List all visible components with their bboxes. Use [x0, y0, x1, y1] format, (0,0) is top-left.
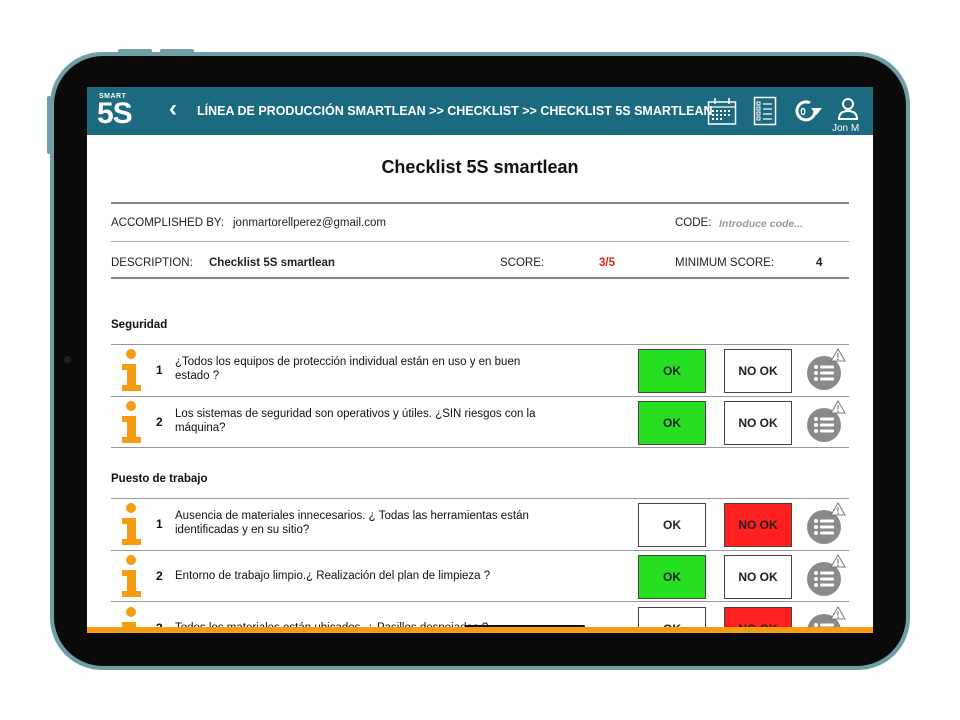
no-ok-button[interactable]: NO OK	[724, 401, 792, 445]
score-value: 3/5	[599, 257, 615, 269]
minimum-score-label: MINIMUM SCORE:	[675, 257, 775, 269]
no-ok-button[interactable]: NO OK	[724, 503, 792, 547]
user-name[interactable]: Jon M	[832, 123, 859, 134]
question-text: Entorno de trabajo limpio.¿ Realización …	[175, 570, 491, 582]
svg-text:0: 0	[800, 107, 806, 118]
ok-button[interactable]: OK	[638, 401, 706, 445]
row-divider	[111, 601, 849, 602]
action-list-warning-icon[interactable]	[806, 399, 846, 443]
divider	[111, 241, 849, 242]
action-list-warning-icon[interactable]	[806, 501, 846, 545]
ok-button[interactable]: OK	[638, 555, 706, 599]
question-number: 2	[156, 415, 163, 429]
ok-button[interactable]: OK	[638, 349, 706, 393]
description-value: Checklist 5S smartlean	[209, 257, 335, 269]
checklist-row: 2 Entorno de trabajo limpio.¿ Realizació…	[111, 551, 849, 603]
question-number: 2	[156, 569, 163, 583]
checklist-row: 1 ¿Todos los equipos de protección indiv…	[111, 345, 849, 397]
breadcrumb[interactable]: LÍNEA DE PRODUCCIÓN SMARTLEAN >> CHECKLI…	[197, 104, 713, 118]
no-ok-button[interactable]: NO OK	[724, 555, 792, 599]
page-title: Checklist 5S smartlean	[381, 157, 579, 177]
action-list-warning-icon[interactable]	[806, 553, 846, 597]
score-label: SCORE:	[500, 257, 545, 269]
no-ok-button[interactable]: NO OK	[724, 349, 792, 393]
app-logo: 5S	[97, 97, 133, 130]
section-title-puesto-de-trabajo: Puesto de trabajo	[111, 473, 208, 485]
checklist-row: 1 Ausencia de materiales innecesarios. ¿…	[111, 499, 849, 551]
section-title-seguridad: Seguridad	[111, 319, 168, 331]
calendar-icon[interactable]	[707, 96, 737, 126]
divider	[111, 202, 849, 204]
user-icon[interactable]	[837, 97, 859, 121]
ok-button[interactable]: OK	[638, 503, 706, 547]
question-text: ¿Todos los equipos de protección individ…	[175, 356, 521, 382]
row-divider	[111, 447, 849, 448]
description-label: DESCRIPTION:	[111, 257, 193, 269]
question-text: Los sistemas de seguridad son operativos…	[175, 408, 536, 434]
code-label: CODE:	[675, 217, 712, 229]
question-number: 1	[156, 517, 163, 531]
divider	[111, 277, 849, 279]
info-icon[interactable]	[119, 401, 143, 445]
action-list-warning-icon[interactable]	[806, 347, 846, 391]
info-icon[interactable]	[119, 555, 143, 599]
accomplished-value: jonmartorellperez@gmail.com	[233, 217, 386, 229]
front-camera	[64, 356, 71, 363]
minimum-score-value: 4	[816, 257, 823, 269]
app-screen: SMART 5S ‹ LÍNEA DE PRODUCCIÓN SMARTLEAN…	[87, 87, 873, 633]
history-icon[interactable]: 0	[793, 97, 823, 125]
info-icon[interactable]	[119, 349, 143, 393]
question-number: 1	[156, 363, 163, 377]
footer-bar	[87, 627, 873, 633]
top-bar: SMART 5S ‹ LÍNEA DE PRODUCCIÓN SMARTLEAN…	[87, 87, 873, 135]
checklist-row: 2 Los sistemas de seguridad son operativ…	[111, 397, 849, 449]
checklist-icon[interactable]	[753, 96, 777, 126]
question-text: Ausencia de materiales innecesarios. ¿ T…	[175, 510, 529, 536]
back-chevron-icon[interactable]: ‹	[169, 97, 177, 121]
info-icon[interactable]	[119, 503, 143, 547]
accomplished-label: ACCOMPLISHED BY:	[111, 217, 225, 229]
code-input[interactable]: Introduce code...	[719, 218, 803, 230]
